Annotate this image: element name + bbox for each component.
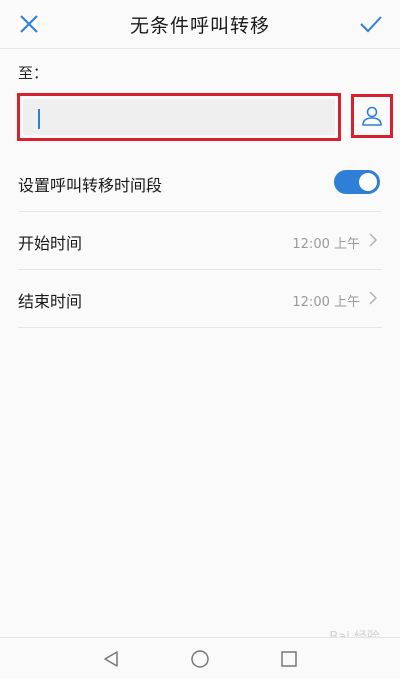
home-button[interactable]	[187, 646, 213, 672]
end-time-label: 结束时间	[18, 292, 83, 311]
schedule-toggle[interactable]	[334, 170, 380, 194]
forward-to-label: 至：	[18, 64, 49, 82]
home-circle-icon	[191, 650, 209, 668]
number-input[interactable]	[23, 99, 335, 135]
start-time-row[interactable]: 开始时间 12:00 上午	[18, 212, 382, 270]
chevron-right-icon	[369, 291, 377, 305]
back-button[interactable]	[98, 646, 124, 672]
toggle-knob	[359, 173, 377, 191]
header-divider	[0, 48, 400, 49]
row-divider	[18, 327, 382, 328]
schedule-row[interactable]: 设置呼叫转移时间段	[18, 154, 382, 212]
recents-button[interactable]	[276, 646, 302, 672]
end-time-value: 12:00 上午	[292, 295, 360, 310]
top-bar: 无条件呼叫转移	[0, 0, 400, 48]
chevron-right-icon	[369, 233, 377, 247]
start-time-label: 开始时间	[18, 234, 83, 253]
start-time-value: 12:00 上午	[292, 237, 360, 252]
confirm-button[interactable]	[356, 10, 386, 38]
number-field[interactable]	[23, 99, 335, 135]
end-time-row[interactable]: 结束时间 12:00 上午	[18, 270, 382, 328]
recents-square-icon	[281, 651, 297, 667]
back-triangle-icon	[104, 651, 118, 667]
system-nav-bar	[0, 637, 400, 679]
schedule-label: 设置呼叫转移时间段	[18, 176, 163, 195]
check-icon	[360, 16, 382, 33]
call-forwarding-screen: 无条件呼叫转移 至： 设置呼叫转移时间段 开始时间 12:00 上午 结束时间 …	[0, 0, 400, 679]
page-title: 无条件呼叫转移	[129, 15, 270, 37]
number-input-highlight	[17, 93, 341, 141]
text-caret	[38, 109, 40, 129]
contacts-button[interactable]	[351, 94, 393, 138]
person-icon	[362, 106, 382, 126]
